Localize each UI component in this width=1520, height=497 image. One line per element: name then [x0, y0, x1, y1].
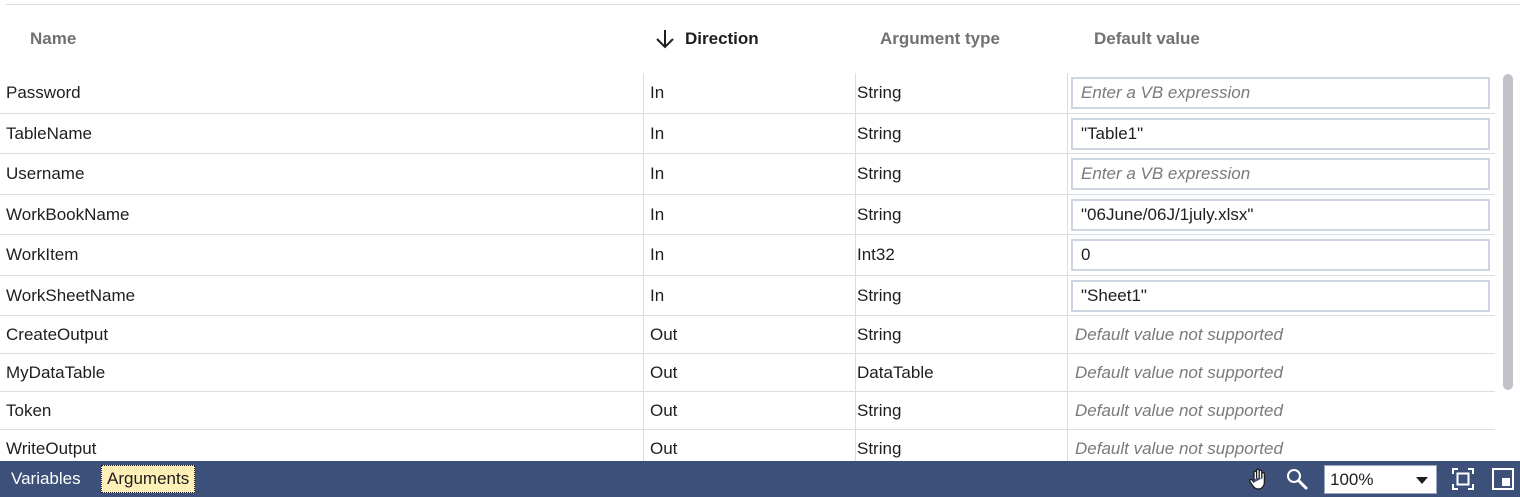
sort-descending-icon	[656, 30, 674, 49]
column-divider	[1067, 195, 1068, 234]
argument-name-cell[interactable]: TableName	[0, 114, 643, 153]
tab-arguments[interactable]: Arguments	[101, 465, 196, 493]
direction-cell[interactable]: Out	[644, 354, 854, 391]
table-row[interactable]: MyDataTable Out DataTable Default value …	[0, 354, 1495, 392]
direction-cell[interactable]: In	[644, 235, 854, 275]
table-row[interactable]: WorkBookName In String "06June/06J/1july…	[0, 195, 1495, 235]
grid-header: Name Direction Argument type Default val…	[6, 5, 1520, 73]
table-row[interactable]: Password In String Enter a VB expression	[0, 73, 1495, 114]
argument-type-cell[interactable]: String	[851, 430, 1061, 461]
column-header-argument-type[interactable]: Argument type	[880, 5, 1000, 73]
argument-type-cell[interactable]: String	[851, 195, 1061, 234]
argument-type-cell[interactable]: String	[851, 73, 1061, 113]
designer-status-bar: Variables Arguments 100%	[0, 461, 1520, 497]
column-divider	[1067, 392, 1068, 429]
direction-cell[interactable]: Out	[644, 392, 854, 429]
default-value-input[interactable]: Enter a VB expression	[1071, 158, 1490, 190]
direction-cell[interactable]: In	[644, 114, 854, 153]
column-divider	[1067, 316, 1068, 353]
argument-name-cell[interactable]: Username	[0, 154, 643, 194]
argument-type-cell[interactable]: String	[851, 316, 1061, 353]
table-row[interactable]: CreateOutput Out String Default value no…	[0, 316, 1495, 354]
scrollbar-thumb[interactable]	[1503, 74, 1513, 390]
column-divider	[1067, 235, 1068, 275]
argument-type-cell[interactable]: Int32	[851, 235, 1061, 275]
direction-cell[interactable]: In	[644, 276, 854, 315]
argument-type-cell[interactable]: String	[851, 392, 1061, 429]
table-row[interactable]: WorkSheetName In String "Sheet1"	[0, 276, 1495, 316]
argument-name-cell[interactable]: Token	[0, 392, 643, 429]
pan-hand-icon[interactable]	[1246, 466, 1272, 492]
argument-name-cell[interactable]: WorkBookName	[0, 195, 643, 234]
argument-name-cell[interactable]: MyDataTable	[0, 354, 643, 391]
argument-name-cell[interactable]: CreateOutput	[0, 316, 643, 353]
arguments-grid: Password In String Enter a VB expression…	[0, 73, 1497, 461]
tab-variables[interactable]: Variables	[11, 461, 81, 497]
argument-name-cell[interactable]: WorkItem	[0, 235, 643, 275]
zoom-level-select[interactable]: 100%	[1324, 465, 1437, 494]
overview-icon[interactable]	[1490, 466, 1516, 492]
column-header-default-value[interactable]: Default value	[1094, 5, 1200, 73]
default-value-input[interactable]: "Table1"	[1071, 118, 1490, 150]
table-row[interactable]: TableName In String "Table1"	[0, 114, 1495, 154]
column-divider	[1067, 73, 1068, 113]
table-row[interactable]: WriteOutput Out String Default value not…	[0, 430, 1495, 461]
column-divider	[1067, 430, 1068, 461]
default-value-input[interactable]: "Sheet1"	[1071, 280, 1490, 312]
default-value-not-supported: Default value not supported	[1075, 362, 1283, 382]
argument-type-cell[interactable]: String	[851, 276, 1061, 315]
argument-name-cell[interactable]: WriteOutput	[0, 430, 643, 461]
direction-cell[interactable]: Out	[644, 430, 854, 461]
column-divider	[1067, 354, 1068, 391]
direction-cell[interactable]: Out	[644, 316, 854, 353]
zoom-magnifier-icon[interactable]	[1284, 466, 1310, 492]
default-value-input[interactable]: 0	[1071, 239, 1490, 271]
column-header-name[interactable]: Name	[30, 5, 76, 73]
default-value-not-supported: Default value not supported	[1075, 438, 1283, 458]
column-divider	[1067, 276, 1068, 315]
argument-name-cell[interactable]: WorkSheetName	[0, 276, 643, 315]
argument-type-cell[interactable]: String	[851, 154, 1061, 194]
argument-type-cell[interactable]: DataTable	[851, 354, 1061, 391]
default-value-input[interactable]: Enter a VB expression	[1071, 77, 1490, 109]
argument-name-cell[interactable]: Password	[0, 73, 643, 113]
table-row[interactable]: Token Out String Default value not suppo…	[0, 392, 1495, 430]
direction-cell[interactable]: In	[644, 195, 854, 234]
column-header-direction[interactable]: Direction	[654, 5, 759, 73]
fit-to-screen-icon[interactable]	[1450, 466, 1476, 492]
direction-cell[interactable]: In	[644, 73, 854, 113]
table-row[interactable]: WorkItem In Int32 0	[0, 235, 1495, 276]
direction-cell[interactable]: In	[644, 154, 854, 194]
default-value-input[interactable]: "06June/06J/1july.xlsx"	[1071, 199, 1490, 231]
default-value-not-supported: Default value not supported	[1075, 324, 1283, 344]
argument-type-cell[interactable]: String	[851, 114, 1061, 153]
default-value-not-supported: Default value not supported	[1075, 400, 1283, 420]
column-divider	[1067, 154, 1068, 194]
table-row[interactable]: Username In String Enter a VB expression	[0, 154, 1495, 195]
column-divider	[1067, 114, 1068, 153]
chevron-down-icon	[1416, 477, 1428, 484]
